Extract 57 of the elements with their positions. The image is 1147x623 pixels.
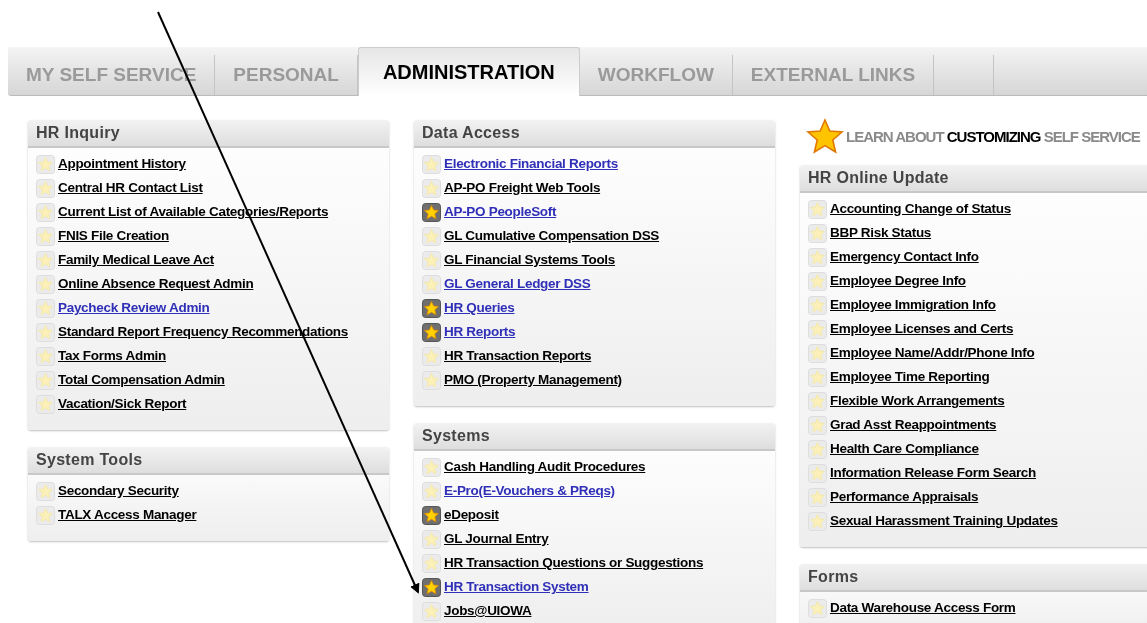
star-icon — [806, 118, 844, 156]
menu-link[interactable]: GL Journal Entry — [444, 528, 549, 550]
menu-link[interactable]: Information Release Form Search — [830, 462, 1036, 484]
menu-link[interactable]: Employee Licenses and Certs — [830, 318, 1014, 340]
menu-link[interactable]: Electronic Financial Reports — [444, 153, 618, 175]
menu-link[interactable]: Health Care Compliance — [830, 438, 979, 460]
menu-link[interactable]: GL General Ledger DSS — [444, 273, 591, 295]
nav-tab[interactable]: ADMINISTRATION — [357, 47, 580, 96]
menu-link[interactable]: Employee Name/Addr/Phone Info — [830, 342, 1035, 364]
menu-link[interactable]: PMO (Property Management) — [444, 369, 622, 391]
panel-title: Data Access — [414, 120, 775, 148]
banner-text[interactable]: LEARN ABOUT CUSTOMIZING SELF SERVICE — [846, 125, 1140, 149]
menu-link[interactable]: GL Financial Systems Tools — [444, 249, 615, 271]
menu-link[interactable]: Online Absence Request Admin — [58, 273, 254, 295]
star-icon[interactable] — [422, 577, 441, 597]
menu-link[interactable]: AP-PO PeopleSoft — [444, 201, 557, 223]
star-icon[interactable] — [422, 202, 441, 222]
panel-title: HR Online Update — [800, 165, 1147, 193]
menu-link[interactable]: Jobs@UIOWA — [444, 600, 532, 622]
menu-link[interactable]: TALX Access Manager — [58, 504, 197, 526]
menu-link[interactable]: Emergency Contact Info — [830, 246, 979, 268]
menu-link[interactable]: Employee Time Reporting — [830, 366, 990, 388]
menu-link[interactable]: Accounting Change of Status — [830, 198, 1011, 220]
panel-title: System Tools — [28, 447, 389, 475]
panel-title: Systems — [414, 423, 775, 451]
star-icon[interactable] — [422, 322, 441, 342]
menu-link[interactable]: HR Reports — [444, 321, 516, 343]
menu-link[interactable]: Grad Asst Reappointments — [830, 414, 997, 436]
menu-link[interactable]: Tax Forms Admin — [58, 345, 166, 367]
menu-link[interactable]: Employee Immigration Info — [830, 294, 996, 316]
menu-link[interactable]: E-Pro(E-Vouchers & PReqs) — [444, 480, 615, 502]
menu-link[interactable]: Paycheck Review Admin — [58, 297, 210, 319]
menu-link[interactable]: Total Compensation Admin — [58, 369, 225, 391]
panel-title: HR Inquiry — [28, 120, 389, 148]
menu-link[interactable]: HR Transaction Questions or Suggestions — [444, 552, 704, 574]
menu-link[interactable]: HR Queries — [444, 297, 515, 319]
menu-link[interactable]: Sexual Harassment Training Updates — [830, 510, 1058, 532]
menu-link[interactable]: Flexible Work Arrangements — [830, 390, 1005, 412]
menu-link[interactable]: Vacation/Sick Report — [58, 393, 187, 415]
menu-link[interactable]: Secondary Security — [58, 480, 179, 502]
menu-link[interactable]: Cash Handling Audit Procedures — [444, 456, 646, 478]
menu-link[interactable]: Data Warehouse Access Form — [830, 597, 1016, 619]
menu-link[interactable]: Performance Appraisals — [830, 486, 979, 508]
star-icon[interactable] — [422, 298, 441, 318]
menu-link[interactable]: eDeposit — [444, 504, 499, 526]
menu-link[interactable]: FNIS File Creation — [58, 225, 169, 247]
menu-link[interactable]: GL Cumulative Compensation DSS — [444, 225, 660, 247]
menu-link[interactable]: Employee Degree Info — [830, 270, 966, 292]
menu-link[interactable]: AP-PO Freight Web Tools — [444, 177, 601, 199]
star-icon[interactable] — [422, 505, 441, 525]
menu-link[interactable]: HR Transaction Reports — [444, 345, 592, 367]
menu-link[interactable]: HR Transaction System — [444, 576, 589, 598]
menu-link[interactable]: Family Medical Leave Act — [58, 249, 214, 271]
menu-link[interactable]: Central HR Contact List — [58, 177, 203, 199]
panel-title: Forms — [800, 564, 1147, 592]
menu-link[interactable]: BBP Risk Status — [830, 222, 932, 244]
menu-link[interactable]: Appointment History — [58, 153, 186, 175]
